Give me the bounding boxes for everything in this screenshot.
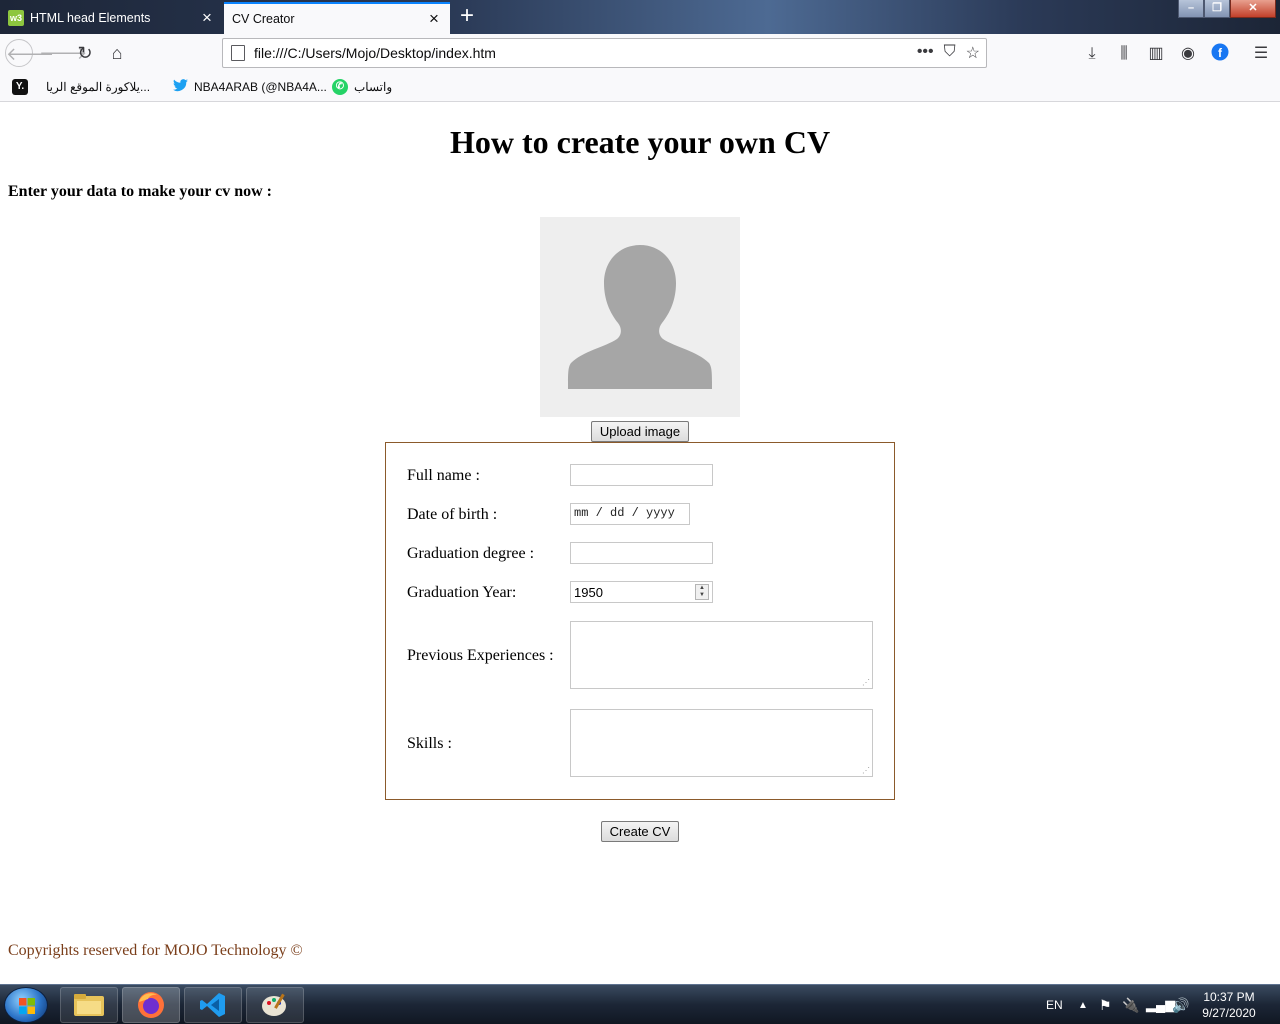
home-button[interactable]: ⌂ <box>103 39 131 67</box>
graduation-year-field[interactable]: ▲▼ <box>570 581 713 603</box>
bookmark-star-icon[interactable]: ☆ <box>966 43 980 63</box>
page-icon <box>231 45 245 61</box>
dob-label: Date of birth : <box>407 506 498 523</box>
forward-button[interactable]: 🡒 <box>39 39 87 67</box>
menu-icon[interactable]: ☰ <box>1250 43 1272 65</box>
bookmark-item[interactable]: Y. يلاكورة الموقع الريا... <box>12 79 150 95</box>
dob-input[interactable]: mm / dd / yyyy <box>570 503 690 525</box>
back-button[interactable]: 🡐 <box>5 39 54 67</box>
paint-taskbar-button[interactable] <box>246 987 304 1023</box>
create-cv-button[interactable]: Create CV <box>601 821 679 842</box>
pocket-icon[interactable]: ⛉ <box>944 43 956 63</box>
cv-form: Full name : Date of birth : mm / dd / yy… <box>385 442 895 800</box>
profile-placeholder-image <box>540 217 740 417</box>
previous-experiences-label: Previous Experiences : <box>407 647 554 664</box>
page-actions-icon[interactable]: ••• <box>917 43 934 63</box>
language-indicator[interactable]: EN <box>1046 985 1063 1024</box>
folder-icon <box>74 994 104 1016</box>
paint-palette-icon <box>262 993 286 1016</box>
graduation-year-label: Graduation Year: <box>407 584 517 601</box>
graduation-degree-label: Graduation degree : <box>407 545 535 562</box>
user-silhouette-icon <box>568 245 712 389</box>
tab-html-head-elements[interactable]: w3 HTML head Elements × <box>0 2 223 34</box>
year-spinner[interactable]: ▲ ▼ <box>695 584 709 600</box>
tab-cv-creator[interactable]: CV Creator × <box>224 2 450 34</box>
resize-grip-icon[interactable]: ⋰ <box>862 679 870 687</box>
bookmarks-toolbar: Y. يلاكورة الموقع الريا... NBA4ARAB (@NB… <box>0 72 1280 102</box>
reload-button[interactable]: ↻ <box>71 39 99 67</box>
twitter-bird-icon <box>172 79 188 95</box>
vscode-icon <box>200 993 225 1017</box>
clock-date: 9/27/2020 <box>1202 1006 1256 1020</box>
firefox-taskbar-button[interactable] <box>122 987 180 1023</box>
system-clock[interactable]: 10:37 PM 9/27/2020 <box>1192 989 1266 1021</box>
network-signal-icon[interactable]: ▂▄▆ <box>1146 985 1175 1024</box>
skills-textarea[interactable] <box>570 709 873 777</box>
url-bar[interactable]: ••• ⛉ ☆ <box>222 38 987 68</box>
navigation-toolbar: 🡐 🡒 ↻ ⌂ ••• ⛉ ☆ ⤓ ⫼ ▥ ◉ f ☰ <box>0 34 1280 72</box>
tab-title: HTML head Elements <box>30 11 151 25</box>
url-input[interactable] <box>254 45 894 61</box>
firefox-icon <box>138 992 164 1018</box>
full-name-input[interactable] <box>570 464 713 486</box>
volume-icon[interactable]: 🔊 <box>1172 985 1189 1024</box>
page-content: How to create your own CV Enter your dat… <box>0 102 1280 984</box>
action-center-flag-icon[interactable]: ⚑ <box>1099 985 1112 1024</box>
library-icon[interactable]: ⫼ <box>1113 43 1135 65</box>
previous-experiences-textarea[interactable] <box>570 621 873 689</box>
power-icon[interactable]: 🔌 <box>1122 985 1139 1024</box>
window-close-button[interactable]: ✕ <box>1230 0 1276 18</box>
sidebar-icon[interactable]: ▥ <box>1145 43 1167 65</box>
file-explorer-taskbar-button[interactable] <box>60 987 118 1023</box>
tab-title: CV Creator <box>232 12 295 26</box>
skills-label: Skills : <box>407 735 452 752</box>
show-hidden-icons-button[interactable]: ▲ <box>1078 985 1088 1024</box>
account-icon[interactable]: ◉ <box>1177 43 1199 65</box>
footer-copyright: Copyrights reserved for MOJO Technology … <box>8 942 303 959</box>
graduation-degree-input[interactable] <box>570 542 713 564</box>
restore-button[interactable]: ❐ <box>1204 0 1230 18</box>
downloads-icon[interactable]: ⤓ <box>1081 43 1103 65</box>
whatsapp-icon: ✆ <box>332 79 348 95</box>
w3schools-favicon-icon: w3 <box>8 10 24 26</box>
facebook-container-icon[interactable]: f <box>1209 43 1231 65</box>
bookmark-item[interactable]: NBA4ARAB (@NBA4A... <box>172 79 327 95</box>
vscode-taskbar-button[interactable] <box>184 987 242 1023</box>
bookmark-item[interactable]: ✆ واتساب <box>332 79 392 95</box>
upload-image-button[interactable]: Upload image <box>591 421 689 442</box>
graduation-year-input[interactable] <box>571 582 691 602</box>
yallakora-favicon-icon: Y. <box>12 79 28 95</box>
resize-grip-icon[interactable]: ⋰ <box>862 767 870 775</box>
tab-strip: w3 HTML head Elements × CV Creator × + –… <box>0 0 1280 34</box>
close-icon[interactable]: × <box>199 9 215 26</box>
minimize-button[interactable]: – <box>1178 0 1204 18</box>
full-name-label: Full name : <box>407 467 480 484</box>
windows-taskbar: EN ▲ ⚑ 🔌 ▂▄▆ 🔊 10:37 PM 9/27/2020 <box>0 984 1280 1024</box>
close-icon[interactable]: × <box>426 10 442 27</box>
clock-time: 10:37 PM <box>1203 990 1255 1004</box>
start-button[interactable] <box>4 987 48 1023</box>
new-tab-button[interactable]: + <box>454 4 480 30</box>
window-controls: – ❐ ✕ <box>1178 0 1276 18</box>
page-title: How to create your own CV <box>449 124 831 160</box>
windows-logo-icon <box>19 998 35 1014</box>
intro-text: Enter your data to make your cv now : <box>8 183 272 200</box>
